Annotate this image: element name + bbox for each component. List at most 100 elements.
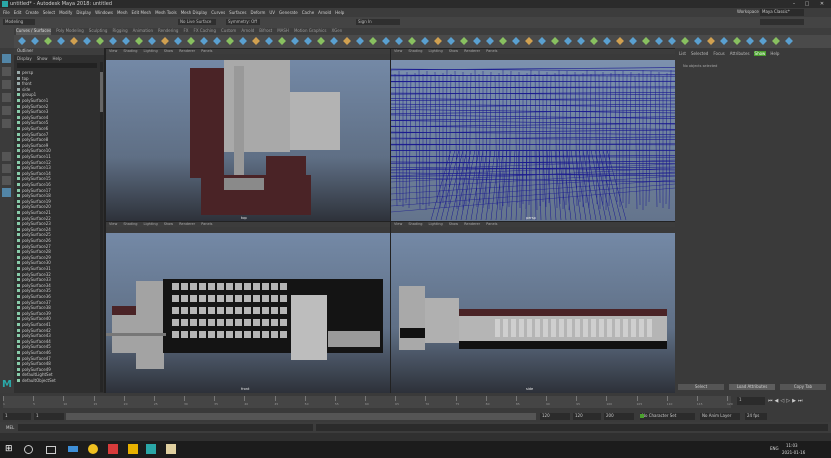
outliner-item[interactable]: top: [17, 76, 97, 81]
shelf-tool-icon[interactable]: [135, 37, 143, 45]
shelf-tool-icon[interactable]: [525, 37, 533, 45]
viewport-side[interactable]: View Shading Lighting Show Renderer Panels si…: [390, 221, 676, 394]
shelf-tab-curves-surfaces[interactable]: Curves / Surfaces: [16, 28, 52, 35]
outliner-item[interactable]: polySurface11: [17, 154, 97, 159]
outliner-item[interactable]: polySurface18: [17, 193, 97, 198]
shelf-tool-icon[interactable]: [408, 37, 416, 45]
outliner-item[interactable]: polySurface6: [17, 126, 97, 131]
shelf-tool-icon[interactable]: [512, 37, 520, 45]
attr-tab-show[interactable]: Show: [753, 51, 767, 56]
outliner-item[interactable]: polySurface16: [17, 182, 97, 187]
four-view-icon[interactable]: [2, 164, 11, 173]
end-time-field[interactable]: 120: [573, 413, 601, 420]
outliner-item[interactable]: polySurface40: [17, 316, 97, 321]
play-back-icon[interactable]: ◁: [780, 398, 784, 404]
outliner-item[interactable]: polySurface4: [17, 115, 97, 120]
outliner-item[interactable]: polySurface35: [17, 288, 97, 293]
shelf-tool-icon[interactable]: [434, 37, 442, 45]
outliner-item[interactable]: polySurface2: [17, 104, 97, 109]
shelf-tool-icon[interactable]: [551, 37, 559, 45]
menu-mesh-display[interactable]: Mesh Display: [181, 10, 208, 15]
outliner-item[interactable]: polySurface43: [17, 333, 97, 338]
shelf-tool-icon[interactable]: [486, 37, 494, 45]
outliner-item[interactable]: polySurface21: [17, 210, 97, 215]
outliner-item[interactable]: polySurface8: [17, 137, 97, 142]
app-yellow-icon[interactable]: [128, 444, 138, 454]
outliner-item[interactable]: polySurface39: [17, 311, 97, 316]
lasso-tool-icon[interactable]: [2, 67, 11, 76]
shelf-tab-motion-graphics[interactable]: Motion Graphics: [294, 28, 327, 35]
menu-edit[interactable]: Edit: [14, 10, 22, 15]
current-frame-field[interactable]: 1: [737, 397, 765, 405]
shelf-tool-icon[interactable]: [200, 37, 208, 45]
shelf-tool-icon[interactable]: [31, 37, 39, 45]
menu-edit-mesh[interactable]: Edit Mesh: [132, 10, 152, 15]
outliner-item[interactable]: polySurface1: [17, 98, 97, 103]
shelf-tool-icon[interactable]: [44, 37, 52, 45]
shelf-tab-animation[interactable]: Animation: [133, 28, 153, 35]
shelf-tool-icon[interactable]: [174, 37, 182, 45]
outliner-item[interactable]: polySurface9: [17, 143, 97, 148]
step-forward-icon[interactable]: ▶: [792, 398, 796, 404]
outliner-item[interactable]: front: [17, 81, 97, 86]
shelf-tool-icon[interactable]: [382, 37, 390, 45]
shelf-tool-icon[interactable]: [239, 37, 247, 45]
menu-create[interactable]: Create: [25, 10, 38, 15]
shelf-tool-icon[interactable]: [590, 37, 598, 45]
symmetry-field[interactable]: Symmetry: Off: [226, 19, 260, 25]
outliner-item[interactable]: side: [17, 87, 97, 92]
shelf-tool-icon[interactable]: [707, 37, 715, 45]
shelf-tool-icon[interactable]: [96, 37, 104, 45]
outliner-item[interactable]: polySurface44: [17, 339, 97, 344]
outliner-item[interactable]: polySurface47: [17, 356, 97, 361]
viewport-canvas[interactable]: [391, 233, 675, 393]
shelf-tool-icon[interactable]: [70, 37, 78, 45]
outliner-item[interactable]: polySurface30: [17, 260, 97, 265]
outliner-item[interactable]: polySurface41: [17, 322, 97, 327]
shelf-tab-fx-caching[interactable]: FX Caching: [194, 28, 216, 35]
shelf-tool-icon[interactable]: [577, 37, 585, 45]
outliner-item[interactable]: defaultObjectSet: [17, 378, 97, 383]
outliner-menu-display[interactable]: Display: [17, 56, 32, 61]
render-input-field[interactable]: Sign In: [356, 19, 400, 25]
shelf-tab-arnold[interactable]: Arnold: [241, 28, 254, 35]
attr-tab-help[interactable]: Help: [769, 51, 780, 56]
menu-windows[interactable]: Windows: [95, 10, 113, 15]
outliner-menu-show[interactable]: Show: [37, 56, 48, 61]
select-tool-icon[interactable]: [2, 54, 11, 63]
shelf-tool-icon[interactable]: [473, 37, 481, 45]
shelf-tool-icon[interactable]: [720, 37, 728, 45]
outliner-item[interactable]: polySurface5: [17, 120, 97, 125]
outliner-item[interactable]: polySurface19: [17, 199, 97, 204]
outliner-item[interactable]: polySurface13: [17, 165, 97, 170]
outliner-item[interactable]: polySurface42: [17, 328, 97, 333]
menu-help[interactable]: Help: [335, 10, 344, 15]
shelf-tool-icon[interactable]: [785, 37, 793, 45]
go-start-icon[interactable]: ⏮: [768, 398, 773, 404]
shelf-tool-icon[interactable]: [83, 37, 91, 45]
attr-tab-list[interactable]: List: [678, 51, 687, 56]
shelf-tool-icon[interactable]: [109, 37, 117, 45]
outliner-item[interactable]: polySurface27: [17, 244, 97, 249]
shelf-tool-icon[interactable]: [356, 37, 364, 45]
shelf-tab-rigging[interactable]: Rigging: [112, 28, 127, 35]
outliner-item[interactable]: defaultLightSet: [17, 372, 97, 377]
playback-end-field[interactable]: 200: [604, 413, 634, 420]
move-tool-icon[interactable]: [2, 93, 11, 102]
clock-time[interactable]: 11:03: [786, 443, 798, 448]
close-button[interactable]: ✕: [818, 1, 826, 7]
shelf-tool-icon[interactable]: [746, 37, 754, 45]
shelf-tool-icon[interactable]: [304, 37, 312, 45]
shelf-tool-icon[interactable]: [733, 37, 741, 45]
outliner-search-input[interactable]: [17, 63, 97, 68]
shelf-tab-rendering[interactable]: Rendering: [158, 28, 178, 35]
shelf-tool-icon[interactable]: [343, 37, 351, 45]
persp-outliner-icon[interactable]: [2, 176, 11, 185]
shelf-tab-fx[interactable]: FX: [183, 28, 188, 35]
shelf-tool-icon[interactable]: [564, 37, 572, 45]
menu-deform[interactable]: Deform: [250, 10, 265, 15]
viewport-top[interactable]: View Shading Lighting Show Renderer Panels to…: [105, 48, 391, 223]
go-end-icon[interactable]: ⏭: [798, 398, 803, 404]
attr-tab-focus[interactable]: Focus: [712, 51, 725, 56]
maximize-button[interactable]: □: [803, 1, 811, 7]
